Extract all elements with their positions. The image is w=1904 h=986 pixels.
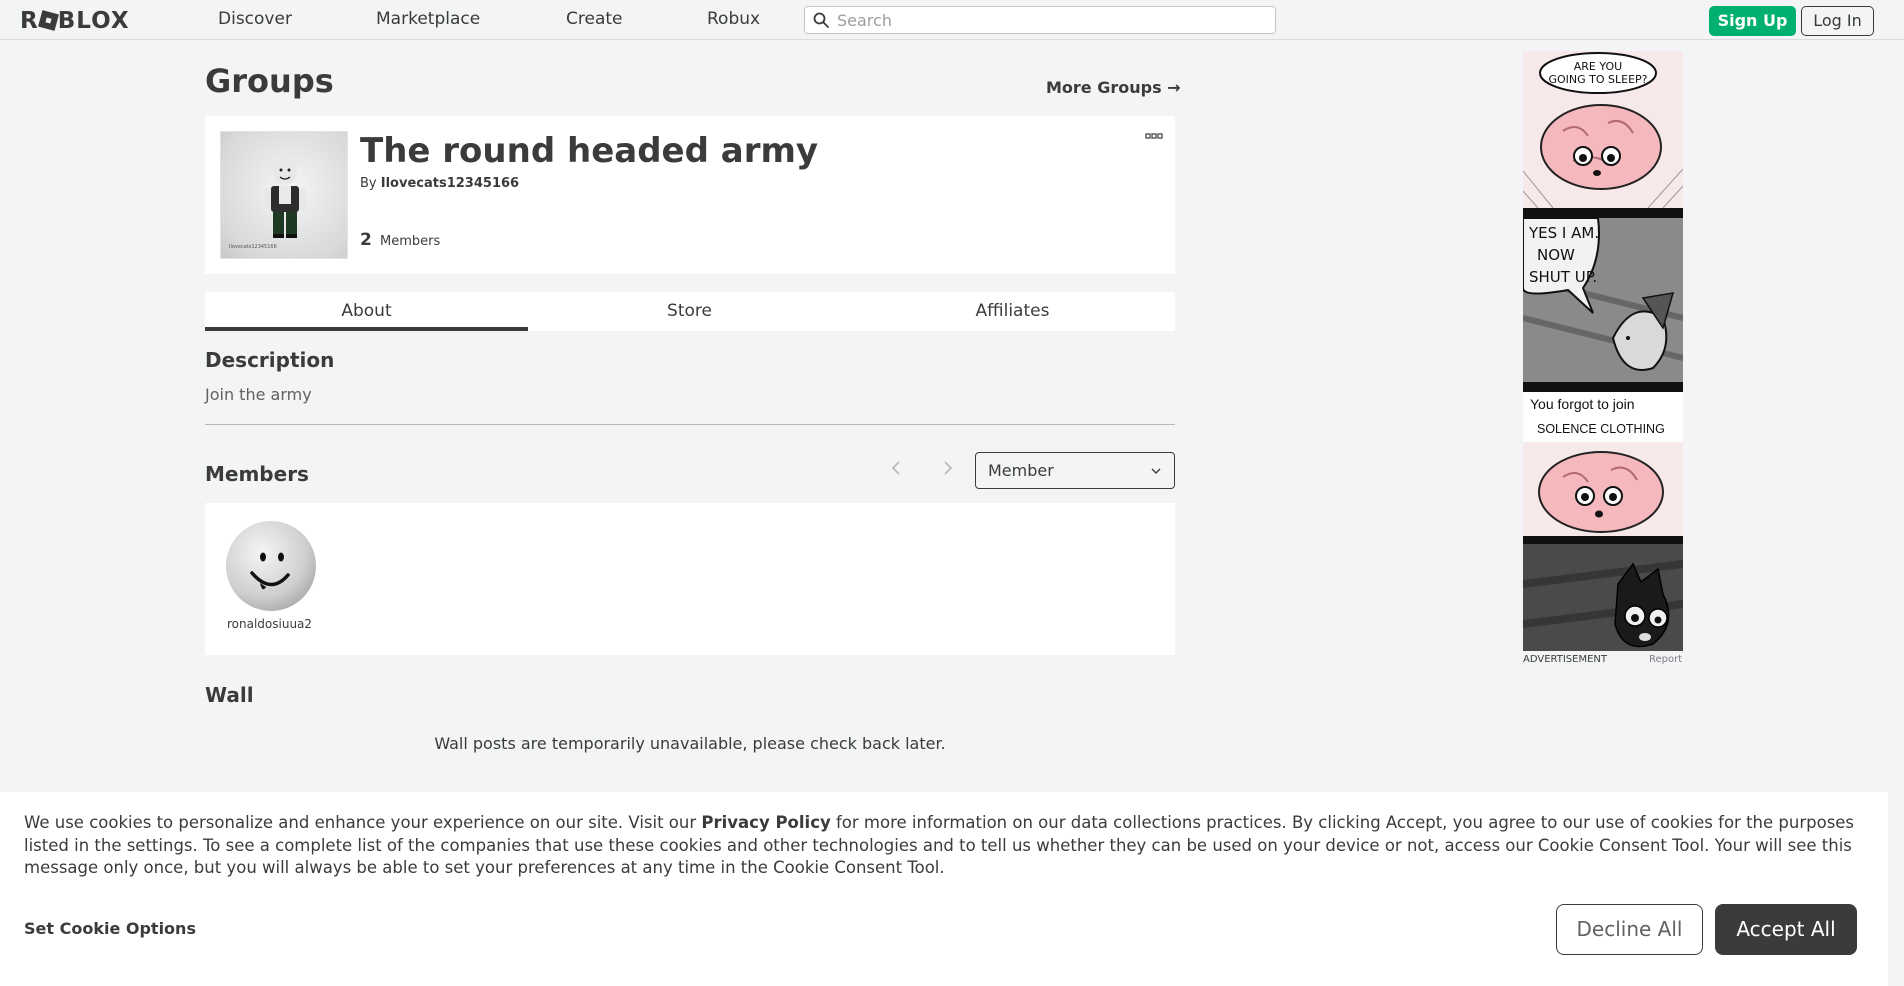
description-text: Join the army xyxy=(205,385,312,404)
group-emblem: Ilovecats12345166 xyxy=(220,131,348,259)
search-icon xyxy=(813,12,829,28)
decline-all-button[interactable]: Decline All xyxy=(1556,904,1703,955)
tab-affiliates[interactable]: Affiliates xyxy=(851,292,1174,331)
search-box[interactable] xyxy=(804,6,1276,34)
group-header-card: Ilovecats12345166 The round headed army … xyxy=(205,116,1175,274)
next-page-icon[interactable] xyxy=(938,458,958,478)
ad-panel-3-line2: SOLENCE CLOTHING xyxy=(1537,422,1665,436)
ad-panel-3-line1: You forgot to join xyxy=(1530,396,1635,412)
chevron-down-icon xyxy=(1151,468,1161,474)
page-title: Groups xyxy=(205,62,334,100)
member-count: 2 Members xyxy=(360,230,440,250)
member-count-number: 2 xyxy=(360,230,372,250)
member-count-label: Members xyxy=(379,234,441,249)
more-groups-link[interactable]: More Groups → xyxy=(1046,78,1181,97)
member-name[interactable]: ronaldosiuua2 xyxy=(227,617,312,631)
group-owner-link[interactable]: Ilovecats12345166 xyxy=(381,176,519,191)
avatar-figure-image xyxy=(264,159,306,238)
members-list: ronaldosiuua2 xyxy=(205,503,1175,655)
top-navigation-bar: R BLOX Discover Marketplace Create Robux … xyxy=(0,0,1904,40)
smiley-head-icon xyxy=(226,521,316,611)
nav-create[interactable]: Create xyxy=(566,9,623,29)
ad-panel-2: YES I AM. NOW SHUT UP. xyxy=(1523,218,1683,382)
avatar[interactable] xyxy=(226,521,316,611)
sign-up-button[interactable]: Sign Up xyxy=(1709,6,1796,36)
emblem-caption: Ilovecats12345166 xyxy=(229,244,277,250)
logo-o-icon xyxy=(37,10,59,31)
more-options-icon[interactable] xyxy=(1145,132,1163,142)
nav-discover[interactable]: Discover xyxy=(218,9,292,29)
cookie-text-before: We use cookies to personalize and enhanc… xyxy=(24,813,702,832)
wall-unavailable-message: Wall posts are temporarily unavailable, … xyxy=(434,734,946,753)
by-prefix: By xyxy=(360,176,377,191)
ad-panel-4 xyxy=(1523,544,1683,651)
log-in-button[interactable]: Log In xyxy=(1801,6,1874,36)
group-tabs: About Store Affiliates xyxy=(205,292,1175,331)
ad-panel-1: ARE YOU GOING TO SLEEP? xyxy=(1523,51,1683,208)
nav-marketplace[interactable]: Marketplace xyxy=(376,9,480,29)
ad-panel-3: You forgot to join SOLENCE CLOTHING xyxy=(1523,392,1683,536)
previous-page-icon[interactable] xyxy=(886,458,906,478)
tab-store[interactable]: Store xyxy=(528,292,851,331)
description-heading: Description xyxy=(205,348,335,372)
role-filter-dropdown[interactable]: Member xyxy=(975,452,1175,489)
section-divider xyxy=(205,424,1175,425)
set-cookie-options-link[interactable]: Set Cookie Options xyxy=(24,919,196,938)
members-heading: Members xyxy=(205,462,309,486)
privacy-policy-link[interactable]: Privacy Policy xyxy=(701,813,830,832)
tab-about[interactable]: About xyxy=(205,292,528,331)
nav-robux[interactable]: Robux xyxy=(707,9,760,29)
advertisement-banner[interactable]: ARE YOU GOING TO SLEEP? YES I AM. NOW SH… xyxy=(1523,51,1683,651)
search-input[interactable] xyxy=(837,9,1267,31)
accept-all-button[interactable]: Accept All xyxy=(1715,904,1857,955)
svg-text:GOING TO SLEEP?: GOING TO SLEEP? xyxy=(1548,73,1647,86)
wall-heading: Wall xyxy=(205,683,254,707)
role-filter-value: Member xyxy=(988,461,1054,480)
svg-text:NOW: NOW xyxy=(1537,246,1575,264)
advertisement-label: ADVERTISEMENT xyxy=(1523,654,1608,665)
svg-text:YES I AM.: YES I AM. xyxy=(1528,224,1599,242)
group-name: The round headed army xyxy=(360,131,819,171)
cookie-consent-banner: We use cookies to personalize and enhanc… xyxy=(0,792,1888,986)
group-owner-line: By Ilovecats12345166 xyxy=(360,176,519,191)
roblox-logo[interactable]: R BLOX xyxy=(20,8,130,34)
svg-text:ARE YOU: ARE YOU xyxy=(1574,60,1622,73)
report-ad-link[interactable]: Report xyxy=(1649,654,1682,665)
cookie-message: We use cookies to personalize and enhanc… xyxy=(24,812,1864,880)
svg-text:SHUT UP.: SHUT UP. xyxy=(1529,268,1597,286)
